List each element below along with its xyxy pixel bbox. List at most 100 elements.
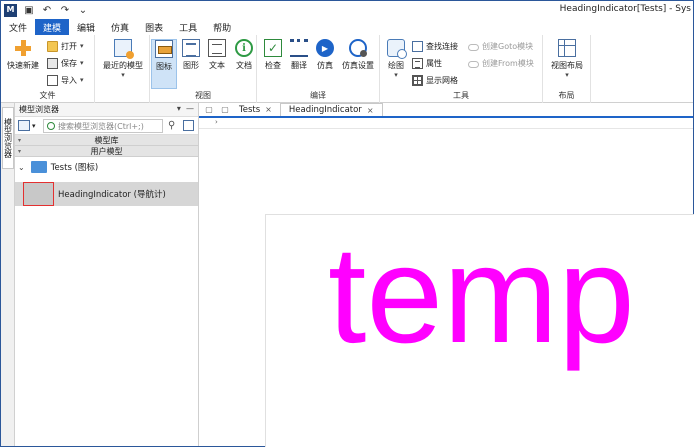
close-icon[interactable]: × bbox=[265, 105, 272, 114]
ribbon-group-tools: 绘图 ▾ 查找连接 属性 显示网格 创建Goto模块 创建From模块 工具 bbox=[380, 35, 543, 103]
properties-icon bbox=[412, 57, 423, 69]
redo-icon[interactable]: ↷ bbox=[59, 4, 71, 16]
menu-tab-modeling[interactable]: 建模 bbox=[35, 19, 70, 35]
simulate-button[interactable]: ▶ 仿真 bbox=[313, 39, 337, 71]
import-dropdown-icon[interactable]: ▾ bbox=[80, 76, 84, 84]
tree-item-heading-indicator[interactable]: HeadingIndicator (导航计) bbox=[15, 182, 198, 206]
text-view-icon bbox=[208, 39, 226, 57]
tree-folder-tests[interactable]: ⌄ Tests (图标) bbox=[15, 157, 198, 177]
diagram-canvas[interactable]: temp bbox=[199, 131, 694, 447]
import-icon bbox=[47, 74, 58, 86]
import-label: 导入 bbox=[61, 75, 77, 85]
floppy-icon bbox=[47, 57, 58, 69]
menu-tab-help[interactable]: 帮助 bbox=[205, 19, 239, 35]
tab-tests-label: Tests bbox=[239, 104, 261, 115]
expand-chevron-icon[interactable]: ⌄ bbox=[18, 163, 25, 172]
check-label: 检查 bbox=[265, 61, 281, 70]
create-goto-button[interactable]: 创建Goto模块 bbox=[468, 39, 533, 53]
panel-controls: ▾ — bbox=[177, 104, 194, 113]
canvas-text: temp bbox=[328, 218, 635, 372]
new-tab-icon[interactable]: ▢ bbox=[219, 103, 231, 116]
graph-view-icon bbox=[182, 39, 200, 57]
icon-view-icon bbox=[155, 40, 173, 58]
recent-models-dropdown-icon[interactable]: ▾ bbox=[121, 71, 125, 79]
model-browser-toolbar: ▾ ⚲ bbox=[15, 117, 198, 135]
filter-icon[interactable]: ⚲ bbox=[168, 120, 175, 131]
graph-view-label: 图形 bbox=[183, 61, 199, 70]
view-graph-button[interactable]: 图形 bbox=[179, 39, 203, 71]
view-text-button[interactable]: 文本 bbox=[205, 39, 229, 71]
ribbon: 快速新建 打开 ▾ 保存 ▾ 导入 ▾ 文件 最近的模型 ▾ 图标 图形 文本 … bbox=[1, 35, 693, 103]
recent-models-button[interactable]: 最近的模型 ▾ bbox=[100, 39, 146, 79]
translate-button[interactable]: 翻译 bbox=[287, 39, 311, 71]
panel-menu-icon[interactable]: ▾ bbox=[177, 104, 181, 113]
view-icon-button[interactable]: 图标 bbox=[151, 39, 177, 89]
goto-block-icon bbox=[468, 43, 479, 51]
view-layout-dropdown-icon[interactable]: ▾ bbox=[565, 71, 569, 79]
tab-tests[interactable]: Tests × bbox=[231, 103, 280, 116]
model-icon-block[interactable]: temp bbox=[265, 214, 694, 447]
customize-quick-access-icon[interactable]: ⌄ bbox=[77, 4, 89, 16]
recent-models-icon bbox=[114, 39, 134, 59]
save-dropdown-icon[interactable]: ▾ bbox=[80, 59, 84, 67]
view-doc-button[interactable]: i 文档 bbox=[232, 39, 256, 71]
section-user-models[interactable]: ▾ 用户模型 bbox=[15, 146, 198, 157]
search-input[interactable] bbox=[58, 121, 158, 131]
quick-new-button[interactable]: 快速新建 bbox=[5, 39, 41, 71]
tab-heading-indicator[interactable]: HeadingIndicator × bbox=[279, 103, 383, 116]
browser-view-dropdown-icon[interactable]: ▾ bbox=[32, 122, 36, 130]
model-thumbnail bbox=[23, 182, 54, 206]
from-block-icon bbox=[468, 60, 479, 68]
menu-tab-file[interactable]: 文件 bbox=[1, 19, 35, 35]
sim-settings-button[interactable]: 仿真设置 bbox=[339, 39, 377, 71]
recent-models-label: 最近的模型 bbox=[103, 61, 143, 70]
close-icon[interactable]: × bbox=[367, 106, 374, 115]
draw-dropdown-icon[interactable]: ▾ bbox=[394, 71, 398, 79]
menu-tab-tools[interactable]: 工具 bbox=[171, 19, 205, 35]
browser-view-icon[interactable] bbox=[18, 120, 30, 131]
tree-item-label: HeadingIndicator (导航计) bbox=[58, 190, 166, 200]
create-from-button[interactable]: 创建From模块 bbox=[468, 56, 534, 70]
view-layout-icon bbox=[558, 39, 576, 57]
draw-button[interactable]: 绘图 ▾ bbox=[384, 39, 408, 79]
file-group-label: 文件 bbox=[39, 91, 56, 100]
section-model-library[interactable]: ▾ 模型库 bbox=[15, 135, 198, 146]
menu-tab-edit[interactable]: 编辑 bbox=[69, 19, 103, 35]
find-connection-label: 查找连接 bbox=[426, 41, 458, 51]
properties-button[interactable]: 属性 bbox=[412, 56, 442, 70]
check-icon: ✓ bbox=[264, 39, 282, 57]
breadcrumb-arrow-icon[interactable]: › bbox=[215, 118, 218, 126]
save-file-button[interactable]: 保存 ▾ bbox=[47, 56, 84, 70]
menu-tab-charts[interactable]: 图表 bbox=[137, 19, 171, 35]
find-connection-button[interactable]: 查找连接 bbox=[412, 39, 458, 53]
tools-group-label: 工具 bbox=[453, 91, 469, 100]
panel-minimize-icon[interactable]: — bbox=[186, 104, 194, 113]
menu-tab-simulation[interactable]: 仿真 bbox=[103, 19, 137, 35]
import-button[interactable]: 导入 ▾ bbox=[47, 73, 84, 87]
view-layout-button[interactable]: 视图布局 ▾ bbox=[547, 39, 587, 79]
editor-area: ▢ ▢ Tests × HeadingIndicator × › temp bbox=[199, 103, 694, 447]
model-browser-panel: 模型浏览器 ▾ — ▾ ⚲ ▾ 模型库 ▾ 用户模型 ⌄ bbox=[15, 103, 199, 446]
draw-icon bbox=[387, 39, 407, 59]
undo-icon[interactable]: ↶ bbox=[41, 4, 53, 16]
draw-label: 绘图 bbox=[388, 61, 404, 70]
show-grid-button[interactable]: 显示网格 bbox=[412, 73, 458, 87]
quick-new-label: 快速新建 bbox=[7, 61, 39, 70]
menu-bar: 文件 建模 编辑 仿真 图表 工具 帮助 bbox=[1, 19, 693, 35]
open-button[interactable]: 打开 ▾ bbox=[47, 39, 84, 53]
find-connection-icon bbox=[412, 40, 423, 52]
sim-settings-icon bbox=[349, 39, 367, 57]
tab-list-icon[interactable]: ▢ bbox=[203, 103, 215, 116]
check-button[interactable]: ✓ 检查 bbox=[261, 39, 285, 71]
ribbon-group-recent: 最近的模型 ▾ bbox=[95, 35, 150, 103]
simulate-label: 仿真 bbox=[317, 61, 333, 70]
collapse-arrow-icon[interactable]: ▾ bbox=[18, 135, 21, 146]
model-browser-side-tab[interactable]: 模型浏览器 bbox=[2, 107, 14, 169]
collapse-arrow-icon[interactable]: ▾ bbox=[18, 146, 21, 157]
save-icon[interactable]: ▣ bbox=[23, 4, 35, 16]
browser-options-icon[interactable] bbox=[183, 120, 194, 131]
open-label: 打开 bbox=[61, 41, 77, 51]
open-dropdown-icon[interactable]: ▾ bbox=[80, 42, 84, 50]
section-user-label: 用户模型 bbox=[90, 147, 123, 156]
ribbon-group-file: 快速新建 打开 ▾ 保存 ▾ 导入 ▾ 文件 bbox=[1, 35, 95, 103]
